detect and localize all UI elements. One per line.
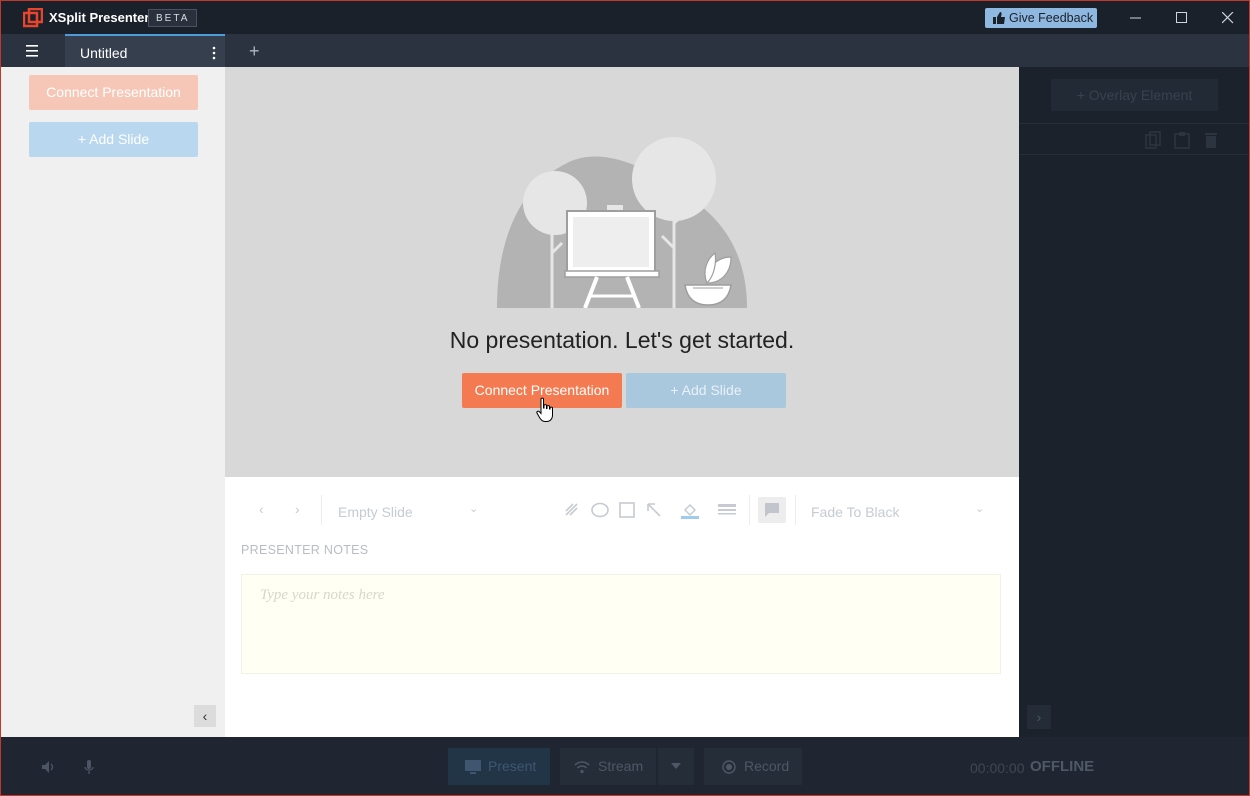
panel-divider <box>1019 154 1249 155</box>
presenter-notes-title: PRESENTER NOTES <box>241 543 369 557</box>
prev-slide-button[interactable]: ‹ <box>259 501 264 517</box>
stream-label: Stream <box>598 758 644 774</box>
chevron-down-icon: ⌄ <box>469 503 479 515</box>
line-weight-icon[interactable] <box>718 501 736 519</box>
arrow-tool-icon[interactable] <box>645 501 663 519</box>
close-icon <box>1222 12 1234 24</box>
give-feedback-button[interactable]: Give Feedback <box>985 8 1097 28</box>
caret-down-icon <box>671 763 681 769</box>
transition-select[interactable]: Fade To Black <box>811 504 899 520</box>
empty-state-message: No presentation. Let's get started. <box>449 327 795 353</box>
stream-options-dropdown[interactable] <box>658 748 694 785</box>
chevron-right-icon: › <box>1036 709 1042 725</box>
paste-icon[interactable] <box>1174 131 1190 149</box>
slide-editor: ‹ › Empty Slide ⌄ Fade To Black ⌄ PRESEN… <box>225 477 1019 737</box>
toolbar-divider <box>795 495 796 525</box>
more-vertical-icon[interactable] <box>211 45 217 61</box>
next-slide-button[interactable]: › <box>295 501 300 517</box>
copy-icon[interactable] <box>1145 131 1161 149</box>
record-icon <box>722 760 736 774</box>
editor-toolbar: ‹ › Empty Slide ⌄ Fade To Black ⌄ <box>225 491 1019 531</box>
comment-icon <box>765 503 779 517</box>
xsplit-logo-icon <box>23 8 43 28</box>
close-button[interactable] <box>1205 1 1249 34</box>
connection-status: OFFLINE <box>1030 758 1095 775</box>
minimize-icon <box>1130 17 1141 19</box>
add-tab-button[interactable]: + <box>249 42 260 60</box>
slides-panel: Connect Presentation + Add Slide ‹ <box>1 67 225 737</box>
present-label: Present <box>488 758 537 774</box>
session-timer: 00:00:00 <box>970 760 1025 776</box>
stream-button[interactable]: Stream <box>560 748 656 785</box>
microphone-icon[interactable] <box>81 759 97 775</box>
hand-cursor-icon <box>536 397 553 422</box>
chevron-left-icon: ‹ <box>259 501 264 517</box>
record-button[interactable]: Record <box>704 748 802 785</box>
tab-bar: Untitled + <box>1 34 1249 67</box>
comment-toggle-button[interactable] <box>758 497 786 523</box>
maximize-icon <box>1176 12 1187 23</box>
give-feedback-label: Give Feedback <box>1009 11 1094 25</box>
trash-icon[interactable] <box>1203 131 1219 149</box>
collapse-panel-button[interactable]: ‹ <box>194 705 216 727</box>
speaker-icon[interactable] <box>41 759 57 775</box>
fill-color-icon[interactable] <box>681 501 699 519</box>
beta-badge: BETA <box>148 9 198 27</box>
add-overlay-element-button[interactable]: + Overlay Element <box>1051 79 1218 111</box>
thumbs-up-icon <box>993 12 1005 24</box>
slide-select[interactable]: Empty Slide <box>338 504 413 520</box>
add-slide-main-button[interactable]: + Add Slide <box>626 373 786 408</box>
rectangle-tool-icon[interactable] <box>618 501 636 519</box>
minimize-button[interactable] <box>1113 1 1159 34</box>
chevron-right-icon: › <box>295 501 300 517</box>
chevron-down-icon: ⌄ <box>975 503 985 515</box>
overlay-panel: + Overlay Element › <box>1019 67 1249 737</box>
tab-untitled[interactable]: Untitled <box>65 34 225 67</box>
app-window: XSplit Presenter BETA Give Feedback Unti… <box>0 0 1250 796</box>
maximize-button[interactable] <box>1159 1 1205 34</box>
presenter-notes-input[interactable]: Type your notes here <box>241 574 1001 674</box>
panel-divider <box>1019 123 1249 124</box>
hamburger-menu-icon[interactable] <box>19 44 45 58</box>
ellipse-tool-icon[interactable] <box>591 501 609 519</box>
monitor-icon <box>465 760 481 774</box>
wifi-icon <box>574 761 590 774</box>
app-title: XSplit Presenter <box>49 10 150 25</box>
chevron-left-icon: ‹ <box>202 708 208 724</box>
add-slide-button[interactable]: + Add Slide <box>29 122 198 157</box>
empty-easel-illustration <box>497 137 747 308</box>
slide-canvas: No presentation. Let's get started. Conn… <box>225 67 1019 477</box>
connect-presentation-button[interactable]: Connect Presentation <box>29 75 198 110</box>
title-bar: XSplit Presenter BETA Give Feedback <box>1 1 1249 34</box>
notes-placeholder: Type your notes here <box>260 587 385 603</box>
record-label: Record <box>744 758 790 774</box>
expand-panel-button[interactable]: › <box>1027 705 1051 729</box>
toolbar-divider <box>321 495 322 525</box>
present-button[interactable]: Present <box>448 748 550 785</box>
bottom-bar: Present Stream Record 00:00:00 OFFLINE <box>1 737 1249 795</box>
pen-draw-icon[interactable] <box>563 501 581 519</box>
tab-label: Untitled <box>80 45 128 61</box>
toolbar-divider <box>749 495 750 525</box>
